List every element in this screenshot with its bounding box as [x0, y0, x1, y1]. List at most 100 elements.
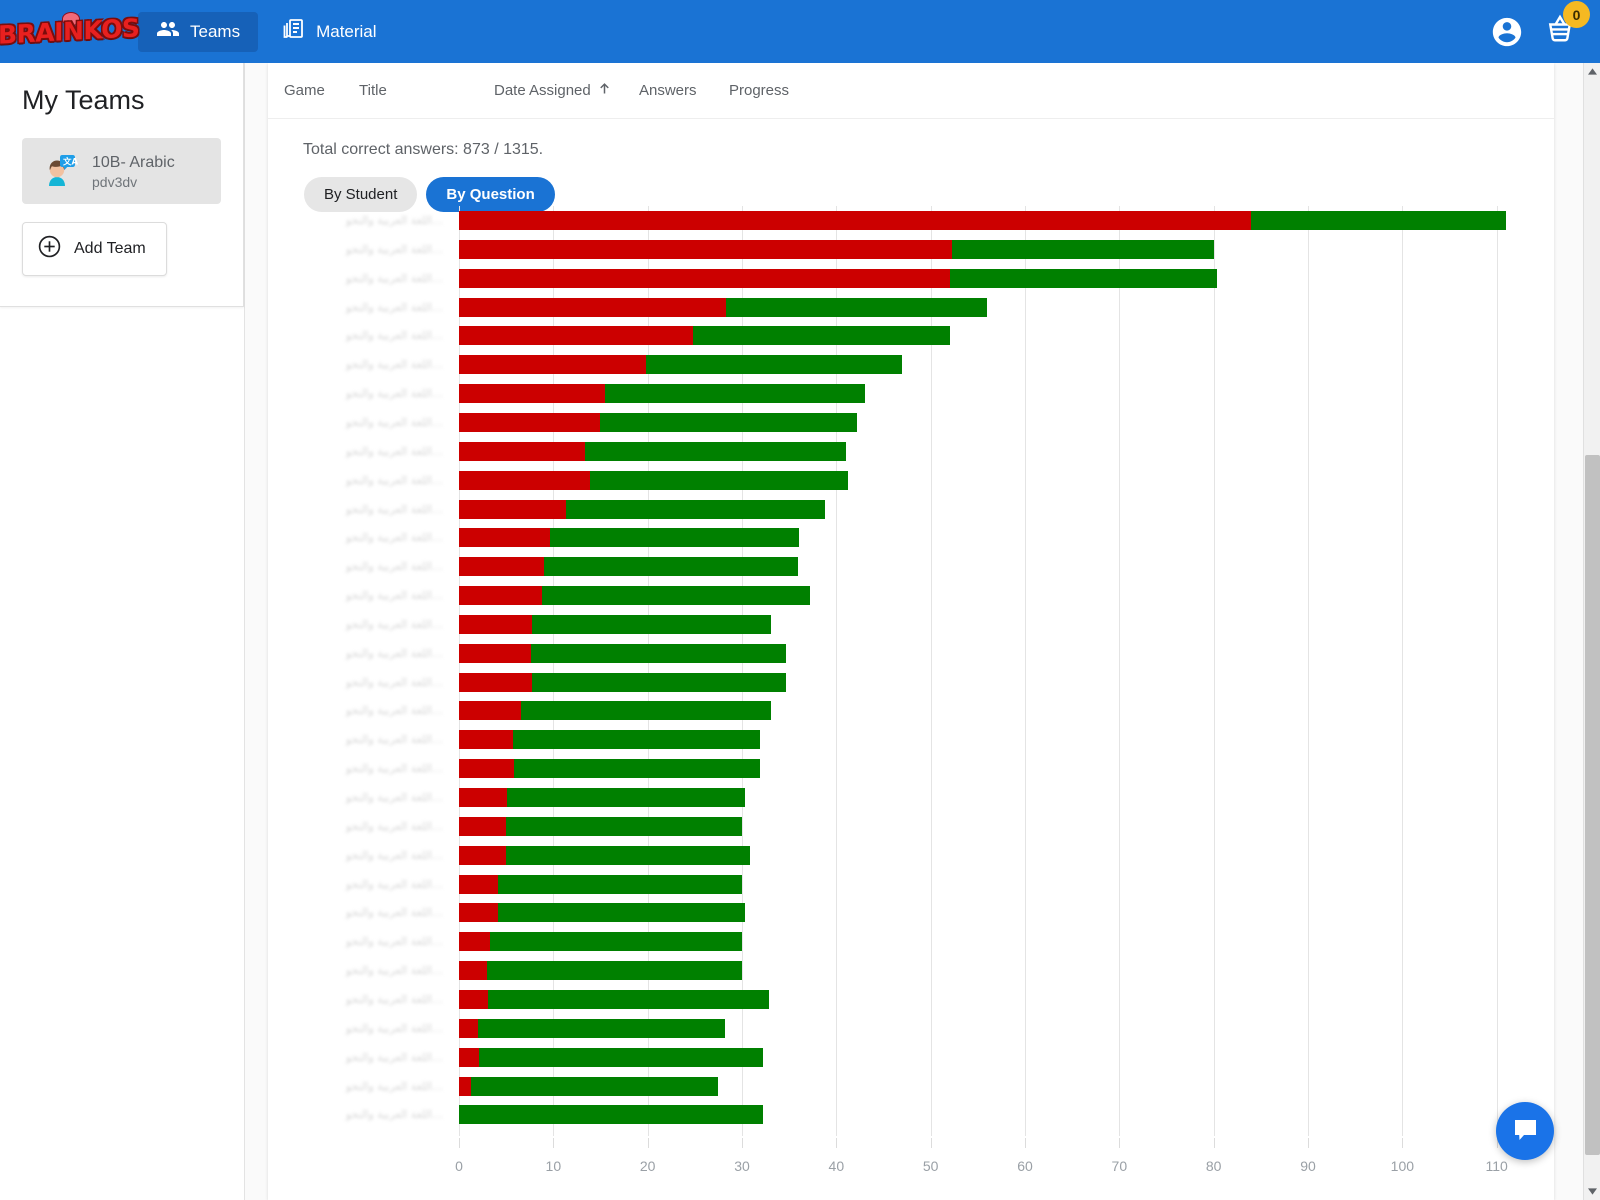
chart-bar-segment-correct[interactable] [521, 701, 772, 721]
column-header-game[interactable]: Game [284, 82, 359, 99]
chart-bar-segment-correct[interactable] [459, 1105, 763, 1125]
nav-tab-teams[interactable]: Teams [138, 11, 259, 52]
chart-bar-segment-incorrect[interactable] [459, 874, 498, 894]
chart-bar-row[interactable] [459, 989, 770, 1009]
chart-bar-row[interactable] [459, 384, 865, 404]
chart-bar-segment-correct[interactable] [725, 297, 988, 317]
chart-bar-row[interactable] [459, 759, 760, 779]
vertical-scrollbar[interactable] [1583, 63, 1600, 1200]
chart-bar-row[interactable] [459, 528, 799, 548]
chart-bar-segment-incorrect[interactable] [459, 355, 646, 375]
chart-bar-segment-correct[interactable] [692, 326, 950, 346]
chart-bar-segment-incorrect[interactable] [459, 326, 693, 346]
chart-bar-segment-correct[interactable] [585, 441, 846, 461]
account-circle-icon[interactable] [1490, 15, 1524, 49]
chart-bar-row[interactable] [459, 355, 903, 375]
chart-bar-segment-correct[interactable] [949, 268, 1217, 288]
column-header-answers[interactable]: Answers [639, 82, 729, 99]
scrollbar-thumb[interactable] [1585, 455, 1600, 1155]
chart-bar-segment-incorrect[interactable] [459, 614, 532, 634]
chart-bar-segment-incorrect[interactable] [459, 643, 531, 663]
chart-bar-segment-incorrect[interactable] [459, 384, 606, 404]
chart-bar-segment-incorrect[interactable] [459, 211, 1252, 230]
chart-bar-segment-incorrect[interactable] [459, 730, 513, 750]
chart-bar-segment-incorrect[interactable] [459, 586, 543, 606]
chart-bar-segment-correct[interactable] [488, 989, 770, 1009]
chart-bar-segment-incorrect[interactable] [459, 499, 566, 519]
chart-bar-row[interactable] [459, 297, 988, 317]
chart-bar-segment-incorrect[interactable] [459, 845, 507, 865]
chart-bar-row[interactable] [459, 441, 846, 461]
chart-bar-row[interactable] [459, 614, 772, 634]
chart-bar-segment-incorrect[interactable] [459, 759, 514, 779]
chart-bar-segment-incorrect[interactable] [459, 989, 489, 1009]
chart-bar-row[interactable] [459, 903, 745, 923]
chart-bar-row[interactable] [459, 557, 798, 577]
chart-bar-row[interactable] [459, 239, 1214, 259]
chart-bar-segment-correct[interactable] [542, 586, 810, 606]
chart-bar-segment-correct[interactable] [471, 1076, 719, 1096]
chart-bar-segment-correct[interactable] [549, 528, 799, 548]
brainkos-logo[interactable]: BRAINKOS [0, 11, 140, 53]
chart-bar-segment-incorrect[interactable] [459, 441, 586, 461]
column-header-date-assigned[interactable]: Date Assigned [494, 81, 639, 100]
chart-bar-row[interactable] [459, 211, 1507, 230]
chart-bar-segment-incorrect[interactable] [459, 297, 726, 317]
chart-bar-segment-correct[interactable] [497, 874, 742, 894]
chart-bar-segment-correct[interactable] [1251, 211, 1507, 230]
chart-bar-segment-incorrect[interactable] [459, 672, 532, 692]
chart-bar-row[interactable] [459, 499, 826, 519]
chart-bar-row[interactable] [459, 701, 772, 721]
chart-bar-row[interactable] [459, 672, 787, 692]
chart-bar-row[interactable] [459, 932, 742, 952]
chart-bar-segment-correct[interactable] [952, 239, 1214, 259]
chart-bar-segment-correct[interactable] [513, 759, 760, 779]
column-header-progress[interactable]: Progress [729, 82, 819, 99]
chart-bar-segment-correct[interactable] [543, 557, 798, 577]
chart-bar-segment-correct[interactable] [590, 470, 848, 490]
scroll-up-button[interactable] [1584, 63, 1600, 80]
chart-bar-segment-correct[interactable] [512, 730, 760, 750]
chart-bar-row[interactable] [459, 1076, 719, 1096]
chart-bar-segment-correct[interactable] [507, 788, 745, 807]
chart-bar-row[interactable] [459, 816, 742, 836]
chart-bar-segment-correct[interactable] [530, 643, 787, 663]
chart-bar-row[interactable] [459, 1018, 726, 1038]
chart-bar-row[interactable] [459, 1105, 763, 1125]
chart-bar-row[interactable] [459, 730, 760, 750]
chart-bar-segment-incorrect[interactable] [459, 932, 491, 952]
chart-bar-segment-correct[interactable] [477, 1018, 726, 1038]
chart-bar-segment-incorrect[interactable] [459, 412, 600, 432]
chart-bar-segment-incorrect[interactable] [459, 961, 488, 981]
chart-bar-row[interactable] [459, 643, 787, 663]
chart-bar-segment-correct[interactable] [506, 816, 742, 836]
chart-bar-row[interactable] [459, 874, 742, 894]
nav-tab-material[interactable]: Material [264, 12, 394, 52]
shopping-basket-button[interactable]: 0 [1542, 1, 1590, 52]
scroll-down-button[interactable] [1584, 1183, 1600, 1200]
chart-bar-segment-correct[interactable] [478, 1047, 763, 1067]
chart-bar-segment-correct[interactable] [599, 412, 858, 432]
chart-bar-segment-incorrect[interactable] [459, 903, 498, 923]
column-header-title[interactable]: Title [359, 82, 494, 99]
chart-bar-segment-correct[interactable] [490, 932, 742, 952]
chart-bar-segment-correct[interactable] [487, 961, 742, 981]
chart-bar-row[interactable] [459, 845, 750, 865]
chart-bar-row[interactable] [459, 788, 745, 807]
chart-bar-segment-incorrect[interactable] [459, 816, 507, 836]
chart-bar-row[interactable] [459, 412, 858, 432]
chat-support-button[interactable] [1496, 1102, 1554, 1160]
chart-bar-segment-correct[interactable] [605, 384, 865, 404]
chart-bar-segment-correct[interactable] [565, 499, 826, 519]
chart-bar-segment-correct[interactable] [645, 355, 903, 375]
chart-bar-row[interactable] [459, 586, 810, 606]
chart-bar-row[interactable] [459, 268, 1217, 288]
chart-bar-segment-correct[interactable] [506, 845, 750, 865]
chart-bar-row[interactable] [459, 961, 742, 981]
chart-bar-segment-incorrect[interactable] [459, 268, 950, 288]
chart-bar-segment-incorrect[interactable] [459, 528, 550, 548]
chart-bar-segment-incorrect[interactable] [459, 470, 591, 490]
sidebar-item-team-10b-arabic[interactable]: 文A 10B- Arabic pdv3dv [22, 138, 221, 204]
chart-bar-segment-incorrect[interactable] [459, 1047, 479, 1067]
add-team-button[interactable]: Add Team [22, 222, 167, 276]
